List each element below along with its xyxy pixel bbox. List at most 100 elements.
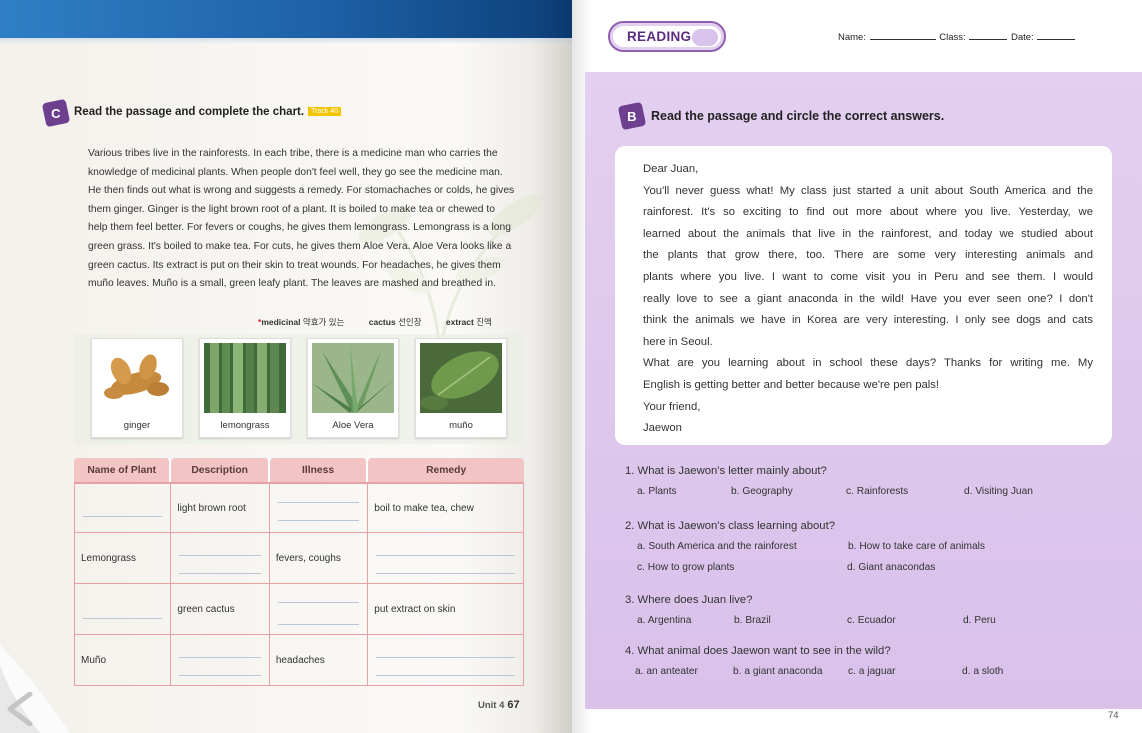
answer-option[interactable]: b. a giant anaconda [733,666,823,677]
question-3: 3. Where does Juan live? [625,594,753,606]
muno-image [420,343,502,413]
left-page: C Read the passage and complete the char… [0,0,572,733]
vocab-item: cactus 선인장 [368,317,422,327]
question-4: 4. What animal does Jaewon want to see i… [625,645,891,657]
table-cell: Muño [74,635,172,686]
chart-header: Illness [269,458,369,482]
passage-line: He then finds out what is wrong and sugg… [88,185,515,197]
answer-option[interactable]: c. Rainforests [846,486,908,497]
table-cell: put extract on skin [368,584,524,635]
photo-card-ginger: ginger [91,338,183,438]
chart-header: Remedy [368,458,524,482]
top-blue-band [0,0,572,38]
table-cell: Lemongrass [74,533,172,584]
answer-blank[interactable] [74,584,172,635]
answer-option[interactable]: a. an anteater [635,666,698,677]
photo-caption: ginger [123,420,151,431]
section-b-badge: B [617,101,647,131]
answer-option[interactable]: d. Giant anacondas [847,562,935,573]
class-field[interactable] [969,39,1008,40]
answer-blank[interactable] [74,482,172,533]
letter-line: What are you learning about in school th… [643,357,1093,370]
letter-line: Jaewon [643,422,682,435]
letter-line: plants where you live. I want to come vi… [643,270,1093,283]
table-cell: green cactus [171,584,270,635]
table-row: Lemongrass fevers, coughs [74,533,524,584]
table-cell: fevers, coughs [269,533,369,584]
letter-line: Your friend, [643,400,701,413]
plant-chart-table: Name of Plant Description Illness Remedy… [74,458,524,686]
chart-header: Description [171,458,270,482]
photo-card-aloe-vera: Aloe Vera [307,338,399,438]
previous-page-arrow-icon[interactable] [6,692,34,726]
page-number: 74 [1108,710,1119,721]
table-row: light brown root boil to make tea, chew [74,482,524,533]
passage-line: green grass. It's boiled to make tea. Fo… [88,240,512,252]
answer-blank[interactable] [269,482,369,533]
answer-option[interactable]: c. a jaguar [848,666,896,677]
letter-line: English is getting better and better bec… [643,378,940,391]
answer-option[interactable]: d. a sloth [962,666,1003,677]
letter-line: Dear Juan, [643,163,699,175]
answer-option[interactable]: d. Peru [963,615,996,626]
vocab-item: extract 진액 [445,317,492,327]
answer-option[interactable]: a. Argentina [637,615,691,626]
question-2: 2. What is Jaewon's class learning about… [625,520,836,532]
answer-option[interactable]: c. How to grow plants [637,562,734,573]
table-cell: boil to make tea, chew [368,482,524,533]
letter-line: You'll never guess what! My class just s… [643,184,1093,197]
chart-header: Name of Plant [74,458,172,482]
answer-option[interactable]: a. Plants [637,486,677,497]
lemongrass-image [204,343,286,413]
passage-line: muño leaves. Muño is a small, green leaf… [88,278,496,290]
passage-line: them ginger. Ginger is the light brown r… [88,203,495,215]
photo-caption: muño [449,420,473,431]
section-c-badge: C [41,98,71,128]
table-cell: headaches [269,635,369,686]
reading-badge: READING [608,21,726,52]
table-row: green cactus put extract on skin [74,584,524,635]
letter-line: really love to see a giant anaconda in t… [643,292,1093,305]
letter-line: the plants that grow there, too. There a… [643,249,1093,262]
passage-line: knowledge of medicinal plants. When peop… [88,166,503,178]
name-field[interactable] [869,39,936,40]
section-c-instruction: Read the passage and complete the chart.… [74,106,342,118]
reading-passage: Various tribes live in the rainforests. … [88,145,518,294]
answer-blank[interactable] [171,635,270,686]
answer-blank[interactable] [368,635,524,686]
letter-line: learned about the animals that live in t… [643,227,1093,240]
page-footer: Unit 4 67 [478,699,520,711]
answer-blank[interactable] [269,584,369,635]
letter-line: think the animals we have in Korea are v… [643,314,1093,327]
ginger-image [96,343,178,413]
vocab-item: *medicinal 약효가 있는 [258,317,345,327]
answer-option[interactable]: d. Visiting Juan [964,486,1033,497]
table-cell: light brown root [171,482,270,533]
photo-card-muno: muño [415,338,507,438]
vocabulary-glossary: *medicinal 약효가 있는 cactus 선인장 extract 진액 [258,316,492,328]
question-1: 1. What is Jaewon's letter mainly about? [625,465,827,477]
answer-blank[interactable] [368,533,524,584]
passage-line: green cactus. Its extract is put on thei… [88,259,501,271]
track-audio-tag[interactable]: Track 40 [308,107,342,117]
passage-line: help them feel better. For fevers or cou… [88,222,511,234]
letter-line: rainforest. It's so exciting to find out… [643,206,1093,219]
aloe-vera-image [312,343,394,413]
student-info-fields: Name: Class: Date: [838,32,1076,43]
photo-caption: lemongrass [220,420,270,431]
photo-card-lemongrass: lemongrass [199,338,291,438]
section-b-instruction: Read the passage and circle the correct … [651,109,945,123]
answer-option[interactable]: b. Geography [731,486,793,497]
passage-line: Various tribes live in the rainforests. … [88,148,498,159]
table-row: Muño headaches [74,635,524,686]
right-page: READING Name: Class: Date: B Read the pa… [572,0,1142,733]
letter-text: Dear Juan, You'll never guess what! My c… [643,159,1093,440]
answer-blank[interactable] [171,533,270,584]
date-field[interactable] [1037,39,1076,40]
photo-caption: Aloe Vera [332,420,374,431]
answer-option[interactable]: b. Brazil [734,615,771,626]
letter-line: here in Seoul. [643,335,713,348]
answer-option[interactable]: b. How to take care of animals [848,541,985,552]
answer-option[interactable]: c. Ecuador [847,615,896,626]
answer-option[interactable]: a. South America and the rainforest [637,541,797,552]
